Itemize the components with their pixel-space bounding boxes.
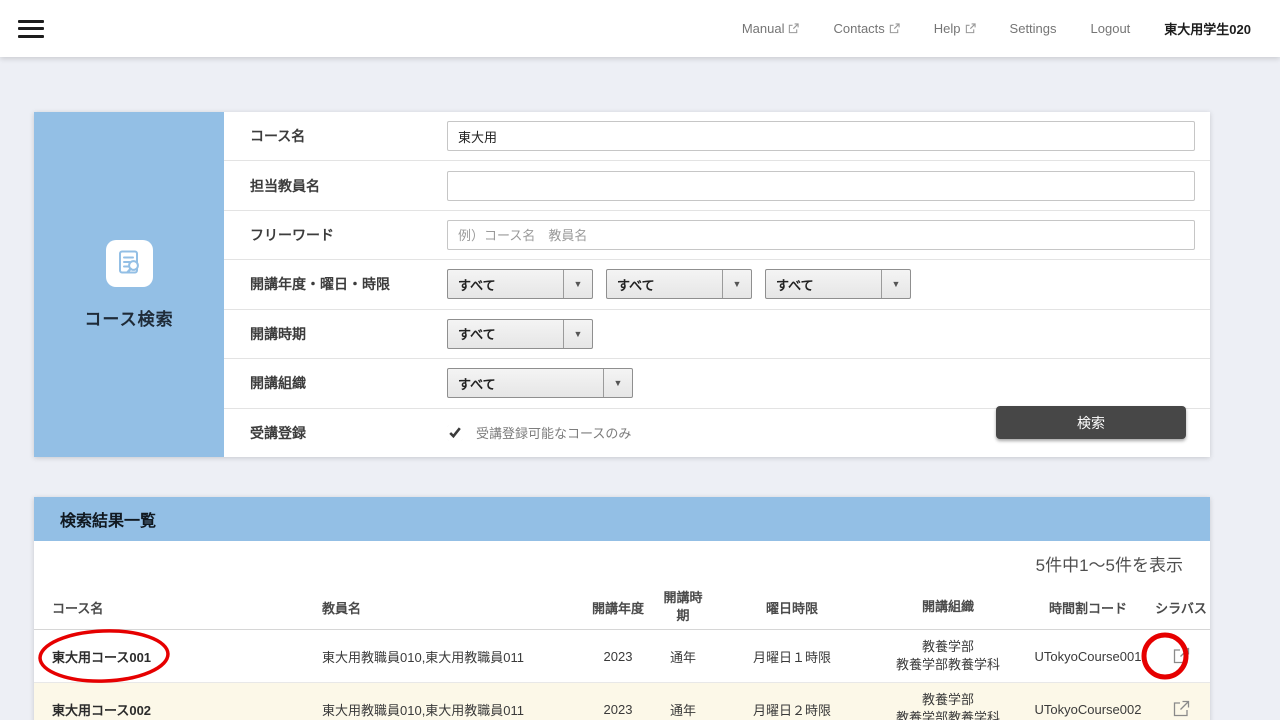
free-word-input[interactable] (447, 220, 1195, 250)
term-cell: 通年 (654, 647, 712, 666)
course-search-title: コース検索 (84, 305, 173, 330)
organization-cell: 教養学部教養学部教養学科 (872, 691, 1024, 720)
year-cell: 2023 (582, 649, 654, 664)
period-select[interactable]: すべて ▼ (765, 269, 911, 299)
nav-manual[interactable]: Manual (742, 21, 800, 36)
table-row: 東大用コース001 東大用教職員010,東大用教職員011 2023 通年 月曜… (34, 630, 1210, 683)
year-cell: 2023 (582, 702, 654, 717)
col-header-year: 開講年度 (582, 598, 654, 617)
menu-icon[interactable] (18, 20, 44, 38)
results-title: 検索結果一覧 (60, 507, 156, 531)
field-label-registration: 受講登録 (224, 423, 447, 443)
course-name-input[interactable] (447, 121, 1195, 151)
col-header-timetable-code: 時間割コード (1024, 598, 1152, 617)
organization-cell: 教養学部教養学部教養学科 (872, 638, 1024, 673)
col-header-organization: 開講組織 (872, 598, 1024, 616)
term-cell: 通年 (654, 700, 712, 719)
registration-checkbox-label: 受講登録可能なコースのみ (476, 423, 631, 442)
external-link-icon (889, 23, 900, 34)
col-header-term: 開講時期 (654, 589, 712, 624)
external-link-icon (788, 23, 799, 34)
search-button[interactable]: 検索 (996, 406, 1186, 439)
day-period-cell: 月曜日２時限 (712, 700, 872, 719)
table-row: 東大用コース002 東大用教職員010,東大用教職員011 2023 通年 月曜… (34, 683, 1210, 720)
day-period-cell: 月曜日１時限 (712, 647, 872, 666)
username: 東大用学生020 (1164, 19, 1251, 38)
timetable-code-cell: UTokyoCourse002 (1024, 702, 1152, 717)
syllabus-link-icon[interactable] (1169, 697, 1193, 720)
timetable-code-cell: UTokyoCourse001 (1024, 649, 1152, 664)
course-search-panel: コース検索 コース名 担当教員名 フリーワード 開講年度・曜日・時限 すべて (34, 112, 1210, 457)
nav-contacts[interactable]: Contacts (833, 21, 899, 36)
chevron-down-icon: ▼ (563, 320, 592, 348)
syllabus-link-icon[interactable] (1169, 644, 1193, 668)
nav-help[interactable]: Help (934, 21, 976, 36)
course-link[interactable]: 東大用コース002 (52, 700, 151, 719)
course-search-icon (106, 240, 153, 287)
field-label-organization: 開講組織 (224, 373, 447, 393)
col-header-syllabus: シラバス (1152, 598, 1210, 617)
course-link[interactable]: 東大用コース001 (52, 647, 151, 666)
external-link-icon (965, 23, 976, 34)
nav-logout[interactable]: Logout (1091, 21, 1131, 36)
chevron-down-icon: ▼ (563, 270, 592, 298)
field-label-free-word: フリーワード (224, 225, 447, 245)
results-header: 検索結果一覧 (34, 497, 1210, 541)
registration-checkbox[interactable] (447, 425, 463, 441)
top-nav: Manual Contacts Help Settings Logout (708, 19, 1251, 38)
organization-select[interactable]: すべて ▼ (447, 368, 633, 398)
nav-settings[interactable]: Settings (1010, 21, 1057, 36)
teachers-cell: 東大用教職員010,東大用教職員011 (314, 700, 582, 719)
chevron-down-icon: ▼ (722, 270, 751, 298)
field-label-teacher-name: 担当教員名 (224, 176, 447, 196)
chevron-down-icon: ▼ (881, 270, 910, 298)
term-select[interactable]: すべて ▼ (447, 319, 593, 349)
field-label-year-day-period: 開講年度・曜日・時限 (224, 274, 447, 294)
col-header-teachers: 教員名 (314, 598, 582, 617)
results-count: 5件中1〜5件を表示 (34, 541, 1210, 585)
year-select[interactable]: すべて ▼ (447, 269, 593, 299)
course-search-sidebar: コース検索 (34, 112, 224, 457)
col-header-course: コース名 (34, 598, 314, 617)
table-header-row: コース名 教員名 開講年度 開講時期 曜日時限 開講組織 時間割コード シラバス (34, 585, 1210, 630)
search-form: コース名 担当教員名 フリーワード 開講年度・曜日・時限 すべて ▼ (224, 112, 1210, 457)
day-select[interactable]: すべて ▼ (606, 269, 752, 299)
chevron-down-icon: ▼ (603, 369, 632, 397)
teachers-cell: 東大用教職員010,東大用教職員011 (314, 647, 582, 666)
field-label-course-name: コース名 (224, 126, 447, 146)
col-header-day-period: 曜日時限 (712, 598, 872, 617)
field-label-term: 開講時期 (224, 324, 447, 344)
search-results-panel: 検索結果一覧 5件中1〜5件を表示 コース名 教員名 開講年度 開講時期 曜日時… (34, 497, 1210, 720)
top-header: Manual Contacts Help Settings Logout (0, 0, 1280, 57)
results-table: コース名 教員名 開講年度 開講時期 曜日時限 開講組織 時間割コード シラバス… (34, 585, 1210, 720)
teacher-name-input[interactable] (447, 171, 1195, 201)
